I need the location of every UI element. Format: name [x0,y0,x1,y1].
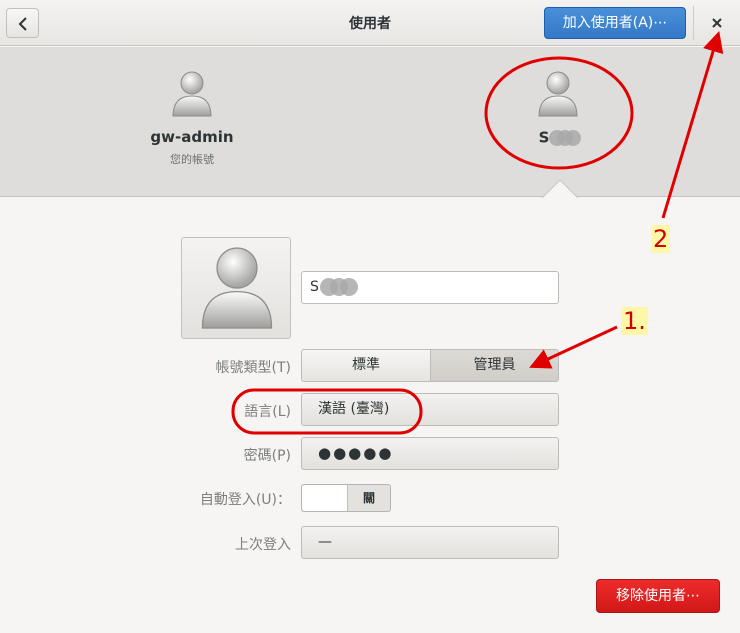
add-user-button[interactable]: 加入使用者(A)⋯ [544,7,686,39]
last-login-label: 上次登入 [235,537,291,553]
autologin-switch[interactable]: 關 [301,484,391,512]
header-separator [693,6,694,40]
user-name-text: S [538,128,550,147]
window-title: 使用者 [349,16,391,32]
redacted-blur [549,130,582,146]
language-button[interactable]: 漢語 (臺灣) [301,393,559,426]
user-name: gw-admin [150,128,234,146]
user-avatar-icon [538,71,578,117]
user-avatar-icon [201,247,273,329]
user-avatar-icon [172,71,212,117]
password-button[interactable]: ●●●●● [301,437,559,470]
password-label: 密碼(P) [243,448,291,464]
account-type-standard[interactable]: 標準 [302,350,431,381]
close-icon [712,18,722,28]
user-name-value: S [310,279,319,295]
autologin-label: 自動登入(U)： [199,492,291,508]
selection-pointer [540,180,580,200]
avatar-button[interactable] [181,237,291,339]
last-login-button[interactable]: — [301,526,559,559]
redacted-blur [319,278,358,296]
user-list [0,47,740,197]
user-name-field[interactable]: S [301,271,559,304]
annotation-label-1: 1. [621,307,648,335]
close-button[interactable] [700,8,734,38]
user-name: S [500,128,620,148]
account-type-selector: 標準 管理員 [301,349,559,382]
annotation-label-2: 2 [651,225,671,253]
user-subtitle: 您的帳號 [170,153,214,166]
chevron-left-icon [18,17,27,31]
switch-knob [302,485,348,511]
account-type-label: 帳號類型(T) [215,360,291,376]
remove-user-button[interactable]: 移除使用者⋯ [596,579,720,613]
switch-state: 關 [362,491,375,505]
account-type-admin[interactable]: 管理員 [431,350,558,381]
back-button[interactable] [6,8,39,38]
language-label: 語言(L) [244,404,291,420]
